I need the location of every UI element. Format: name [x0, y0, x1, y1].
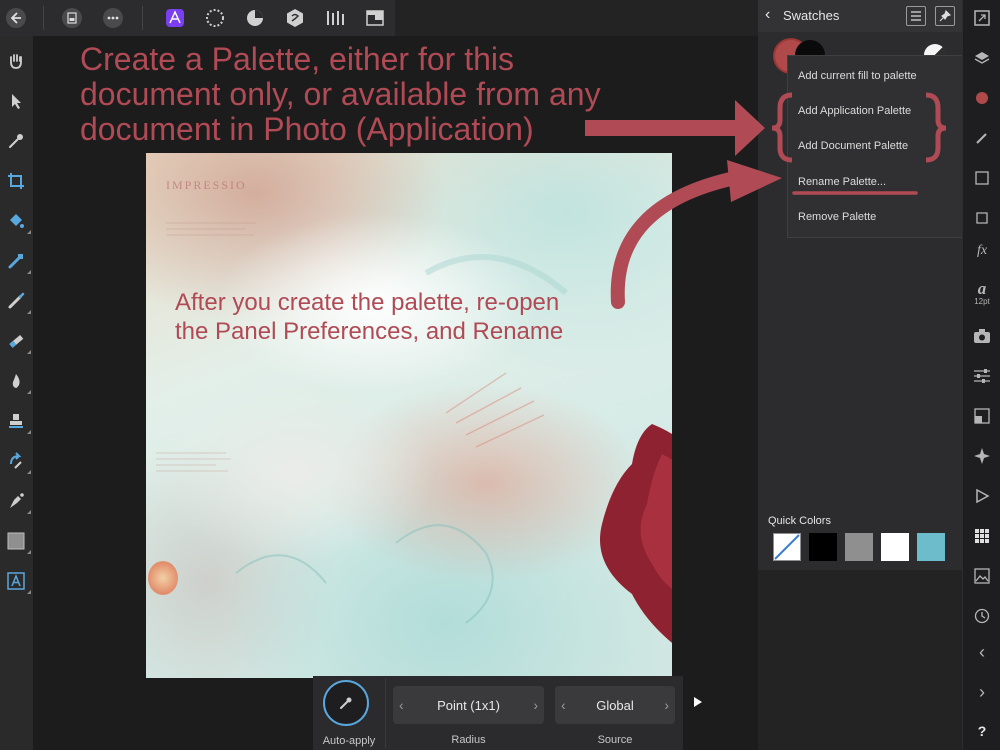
annotation-body: After you create the palette, re-open th…: [175, 288, 625, 346]
expand-toolbar-icon[interactable]: [694, 697, 702, 707]
annotation-body-line-1: After you create the palette, re-open: [175, 289, 560, 316]
studio-toolbar: fx a 12pt ‹ › ?: [962, 0, 1000, 750]
character-panel-icon[interactable]: a 12pt: [971, 278, 993, 308]
effects-panel-icon[interactable]: fx: [971, 240, 993, 262]
document-image: IMPRESSIO: [146, 153, 672, 678]
rectangle-tool-icon[interactable]: [5, 530, 31, 554]
transform-panel-icon[interactable]: [971, 405, 993, 427]
export-grid-icon[interactable]: [363, 6, 387, 30]
navigator-icon[interactable]: [971, 445, 993, 467]
text-tool-icon[interactable]: [5, 570, 31, 594]
quick-color-white[interactable]: [881, 533, 909, 561]
export-persona-icon[interactable]: [323, 6, 347, 30]
quick-color-gray[interactable]: [845, 533, 873, 561]
toolbar-divider: [142, 6, 143, 30]
toolbar-divider: [385, 678, 386, 748]
annotation-title-line-1: Create a Palette, either for this: [80, 41, 514, 77]
undo-chevron-icon[interactable]: ‹: [971, 641, 993, 663]
redo-chevron-icon[interactable]: ›: [971, 681, 993, 703]
help-icon[interactable]: ?: [971, 720, 993, 742]
annotation-title-line-3: document in Photo (Application): [80, 111, 534, 147]
pen-tool-icon[interactable]: [5, 490, 31, 514]
sliders-icon[interactable]: [971, 365, 993, 387]
clone-tool-icon[interactable]: [5, 410, 31, 434]
chevron-left-icon[interactable]: ‹: [561, 697, 566, 713]
menu-item-remove-palette[interactable]: Remove Palette: [798, 211, 876, 223]
layers-icon[interactable]: [971, 47, 993, 69]
photo-persona-icon[interactable]: [163, 6, 187, 30]
burn-tool-icon[interactable]: [5, 370, 31, 394]
swatches-panel-header: ‹ Swatches: [758, 0, 962, 32]
chevron-right-icon[interactable]: ›: [533, 697, 538, 713]
font-size-label: 12pt: [974, 297, 990, 306]
move-tool-icon[interactable]: [5, 90, 27, 112]
chevron-left-icon[interactable]: ‹: [399, 697, 404, 713]
chevron-right-icon[interactable]: ›: [664, 697, 669, 713]
menu-item-add-current-fill[interactable]: Add current fill to palette: [798, 70, 917, 82]
quick-colors-label: Quick Colors: [768, 515, 831, 527]
character-glyph: a: [977, 279, 987, 298]
top-toolbar: [0, 0, 395, 36]
channels-panel-icon[interactable]: [971, 207, 993, 229]
quick-color-none[interactable]: [773, 533, 801, 561]
source-label: Source: [597, 734, 633, 746]
auto-apply-label: Auto-apply: [322, 735, 376, 747]
radius-value: Point (1x1): [437, 697, 500, 713]
swatches-panel-title: Swatches: [783, 8, 840, 23]
more-icon[interactable]: [101, 6, 125, 30]
history-icon[interactable]: [971, 605, 993, 627]
hand-tool-icon[interactable]: [5, 50, 27, 72]
color-picker-tool-icon[interactable]: [5, 130, 27, 152]
annotation-body-line-2: the Panel Preferences, and Rename: [175, 318, 564, 345]
source-selector[interactable]: ‹ Global ›: [555, 686, 675, 724]
toolbar-divider: [43, 6, 44, 30]
fullscreen-icon[interactable]: [971, 7, 993, 29]
swatches-grid-icon[interactable]: [971, 525, 993, 547]
red-eye-tool-icon[interactable]: [5, 450, 31, 474]
erase-brush-tool-icon[interactable]: [5, 330, 31, 354]
pin-icon[interactable]: [935, 6, 955, 26]
document-icon[interactable]: [60, 6, 84, 30]
adjustments-panel-icon[interactable]: [971, 167, 993, 189]
swatches-options-menu: Add current fill to palette Add Applicat…: [787, 55, 978, 238]
macro-play-icon[interactable]: [971, 485, 993, 507]
radius-selector[interactable]: ‹ Point (1x1) ›: [393, 686, 544, 724]
stock-image-icon[interactable]: [971, 565, 993, 587]
tools-toolbar: [0, 36, 33, 750]
camera-icon[interactable]: [971, 325, 993, 347]
flood-fill-tool-icon[interactable]: [5, 210, 31, 234]
annotation-title-line-2: document only, or available from any: [80, 76, 601, 112]
auto-apply-button[interactable]: [323, 680, 369, 726]
color-panel-icon[interactable]: [971, 87, 993, 109]
context-toolbar: Auto-apply ‹ Point (1x1) › Radius ‹ Glob…: [313, 676, 683, 750]
menu-item-add-application-palette[interactable]: Add Application Palette: [798, 105, 911, 117]
radius-label: Radius: [451, 734, 486, 746]
red-flower-graphic: [600, 424, 672, 643]
tone-map-persona-icon[interactable]: [283, 6, 307, 30]
decorative-flower-small: [148, 561, 178, 595]
quick-color-teal[interactable]: [917, 533, 945, 561]
annotation-title: Create a Palette, either for this docume…: [80, 42, 680, 147]
quick-color-black[interactable]: [809, 533, 837, 561]
color-picker-icon: [340, 697, 352, 709]
source-value: Global: [596, 697, 634, 713]
paint-brush-tool-icon[interactable]: [5, 290, 31, 314]
crop-tool-icon[interactable]: [5, 170, 27, 192]
liquify-persona-icon[interactable]: [203, 6, 227, 30]
develop-persona-icon[interactable]: [243, 6, 267, 30]
menu-item-add-document-palette[interactable]: Add Document Palette: [798, 140, 908, 152]
back-icon[interactable]: [4, 6, 28, 30]
selection-brush-tool-icon[interactable]: [5, 250, 31, 274]
brushes-panel-icon[interactable]: [971, 127, 993, 149]
chevron-left-icon[interactable]: ‹: [765, 6, 770, 24]
menu-item-rename-palette[interactable]: Rename Palette...: [798, 176, 886, 188]
panel-preferences-menu-icon[interactable]: [906, 6, 926, 26]
